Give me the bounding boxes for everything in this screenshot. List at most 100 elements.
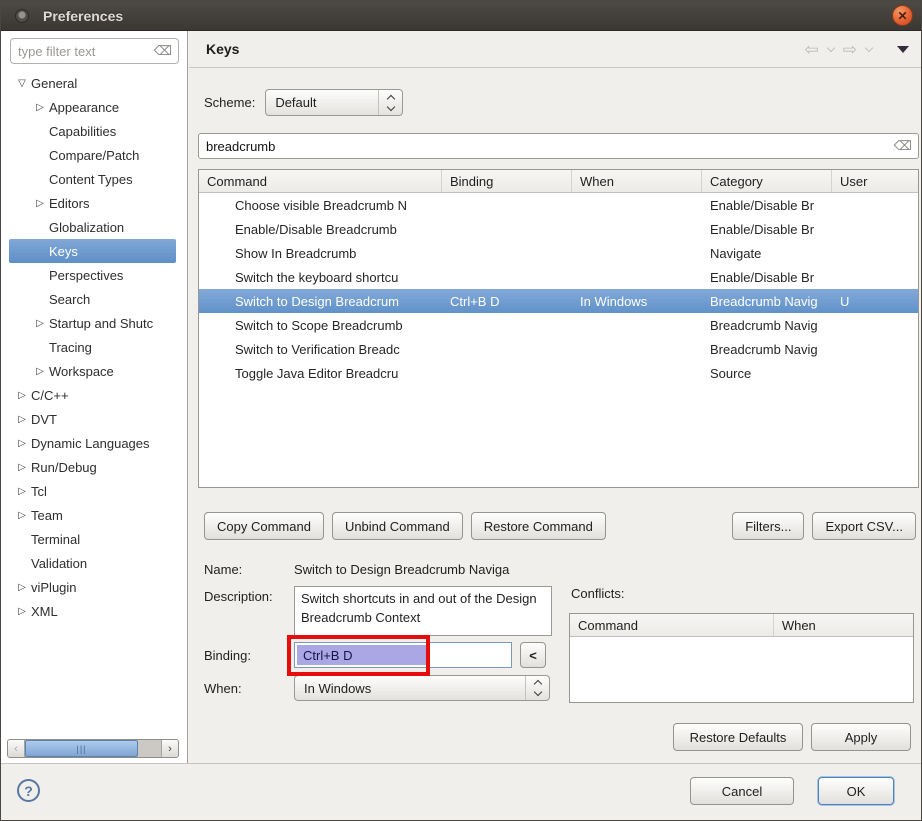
cell-command: Enable/Disable Breadcrumb <box>199 222 442 237</box>
sidebar-item-perspectives[interactable]: Perspectives <box>9 263 176 287</box>
column-header-command[interactable]: Command <box>199 170 442 192</box>
table-row[interactable]: Switch the keyboard shortcuEnable/Disabl… <box>199 265 918 289</box>
cell-command: Switch the keyboard shortcu <box>199 270 442 285</box>
sidebar-item-workspace[interactable]: ▷Workspace <box>9 359 176 383</box>
scrollbar-thumb[interactable]: ||| <box>25 740 138 757</box>
search-input[interactable] <box>199 139 894 154</box>
close-icon[interactable]: ✕ <box>892 5 913 26</box>
window-menu-icon[interactable] <box>15 9 29 23</box>
table-row[interactable]: Show In BreadcrumbNavigate <box>199 241 918 265</box>
table-row[interactable]: Toggle Java Editor Breadcru Source <box>199 361 918 385</box>
copy-command-button[interactable]: Copy Command <box>204 512 324 540</box>
expand-arrow-icon[interactable]: ▷ <box>13 486 31 497</box>
tree-item-label: Team <box>31 508 63 523</box>
view-menu-icon[interactable] <box>897 46 909 53</box>
tree-item-label: Content Types <box>49 172 133 187</box>
expand-arrow-icon[interactable]: ▷ <box>13 582 31 593</box>
tree-item-label: Terminal <box>31 532 80 547</box>
sidebar-item-viplugin[interactable]: ▷viPlugin <box>9 575 176 599</box>
expand-arrow-icon[interactable]: ▷ <box>13 462 31 473</box>
scheme-select[interactable]: Default <box>265 89 403 116</box>
sidebar-item-terminal[interactable]: Terminal <box>9 527 176 551</box>
restore-command-button[interactable]: Restore Command <box>471 512 606 540</box>
cell-user: U <box>832 294 918 309</box>
unbind-command-button[interactable]: Unbind Command <box>332 512 463 540</box>
scrollbar-track[interactable] <box>138 740 161 757</box>
cell-when: In Windows <box>572 294 702 309</box>
table-row[interactable]: Enable/Disable BreadcrumbEnable/Disable … <box>199 217 918 241</box>
column-header-binding[interactable]: Binding <box>442 170 572 192</box>
clear-search-icon[interactable]: ⌫ <box>894 138 918 154</box>
expand-arrow-icon[interactable]: ▷ <box>13 414 31 425</box>
sidebar-item-run-debug[interactable]: ▷Run/Debug <box>9 455 176 479</box>
cell-category: Breadcrumb Navig <box>702 318 832 333</box>
table-row[interactable]: Switch to Design BreadcrumCtrl+B DIn Win… <box>199 289 918 313</box>
scheme-label: Scheme: <box>204 95 255 110</box>
scroll-right-icon[interactable]: › <box>161 740 178 757</box>
sidebar-item-globalization[interactable]: Globalization <box>9 215 176 239</box>
sidebar-item-startup-and-shutc[interactable]: ▷Startup and Shutc <box>9 311 176 335</box>
collapse-arrow-icon[interactable]: ▽ <box>13 78 31 89</box>
tree-item-label: Compare/Patch <box>49 148 139 163</box>
back-icon[interactable]: ⇦ <box>805 41 819 58</box>
sidebar-item-content-types[interactable]: Content Types <box>9 167 176 191</box>
name-value: Switch to Design Breadcrumb Naviga <box>294 562 556 577</box>
sidebar-item-team[interactable]: ▷Team <box>9 503 176 527</box>
filter-input[interactable] <box>11 44 154 59</box>
cell-command: Toggle Java Editor Breadcru <box>199 366 442 381</box>
forward-history-chevron-icon[interactable] <box>865 44 873 52</box>
command-table-body: Choose visible Breadcrumb NEnable/Disabl… <box>199 193 918 385</box>
sidebar-item-capabilities[interactable]: Capabilities <box>9 119 176 143</box>
sidebar-item-keys[interactable]: Keys <box>9 239 176 263</box>
conflicts-column-when[interactable]: When <box>774 614 913 636</box>
sidebar-item-dvt[interactable]: ▷DVT <box>9 407 176 431</box>
sidebar-horizontal-scrollbar[interactable]: ‹ ||| › <box>7 739 179 758</box>
scheme-value: Default <box>266 95 378 110</box>
sidebar-item-general[interactable]: ▽General <box>9 71 176 95</box>
column-header-category[interactable]: Category <box>702 170 832 192</box>
sidebar-item-validation[interactable]: Validation <box>9 551 176 575</box>
help-icon[interactable]: ? <box>17 779 40 802</box>
expand-arrow-icon[interactable]: ▷ <box>31 318 49 329</box>
expand-arrow-icon[interactable]: ▷ <box>31 366 49 377</box>
filters-button[interactable]: Filters... <box>732 512 804 540</box>
sidebar-item-tcl[interactable]: ▷Tcl <box>9 479 176 503</box>
sidebar-item-compare-patch[interactable]: Compare/Patch <box>9 143 176 167</box>
clear-filter-icon[interactable]: ⌫ <box>154 43 178 59</box>
forward-icon[interactable]: ⇨ <box>843 41 857 58</box>
expand-arrow-icon[interactable]: ▷ <box>13 438 31 449</box>
sidebar-item-xml[interactable]: ▷XML <box>9 599 176 623</box>
scroll-left-icon[interactable]: ‹ <box>8 740 25 757</box>
cell-category: Source <box>702 366 832 381</box>
title-bar[interactable]: Preferences ✕ <box>1 1 921 31</box>
sidebar-item-appearance[interactable]: ▷Appearance <box>9 95 176 119</box>
expand-arrow-icon[interactable]: ▷ <box>31 198 49 209</box>
export-csv-button[interactable]: Export CSV... <box>812 512 916 540</box>
tree-item-label: XML <box>31 604 58 619</box>
sidebar-item-dynamic-languages[interactable]: ▷Dynamic Languages <box>9 431 176 455</box>
expand-arrow-icon[interactable]: ▷ <box>13 510 31 521</box>
cancel-button[interactable]: Cancel <box>690 777 794 805</box>
table-row[interactable]: Choose visible Breadcrumb NEnable/Disabl… <box>199 193 918 217</box>
conflicts-column-command[interactable]: Command <box>570 614 774 636</box>
binding-input[interactable]: Ctrl+B D <box>294 642 512 668</box>
expand-arrow-icon[interactable]: ▷ <box>13 606 31 617</box>
sidebar-item-editors[interactable]: ▷Editors <box>9 191 176 215</box>
sidebar-item-search[interactable]: Search <box>9 287 176 311</box>
table-row[interactable]: Switch to Scope BreadcrumbBreadcrumb Nav… <box>199 313 918 337</box>
restore-defaults-button[interactable]: Restore Defaults <box>673 723 803 751</box>
column-header-when[interactable]: When <box>572 170 702 192</box>
back-history-chevron-icon[interactable] <box>827 44 835 52</box>
when-select[interactable]: In Windows <box>294 675 550 701</box>
expand-arrow-icon[interactable]: ▷ <box>31 102 49 113</box>
column-header-user[interactable]: User <box>832 170 918 192</box>
table-row[interactable]: Switch to Verification BreadcBreadcrumb … <box>199 337 918 361</box>
sidebar-item-tracing[interactable]: Tracing <box>9 335 176 359</box>
expand-arrow-icon[interactable]: ▷ <box>13 390 31 401</box>
apply-button[interactable]: Apply <box>811 723 911 751</box>
sidebar-item-c-c-[interactable]: ▷C/C++ <box>9 383 176 407</box>
binding-back-icon[interactable]: < <box>520 642 546 668</box>
ok-button[interactable]: OK <box>818 777 894 805</box>
tree-item-label: Startup and Shutc <box>49 316 153 331</box>
when-label: When: <box>204 681 242 696</box>
